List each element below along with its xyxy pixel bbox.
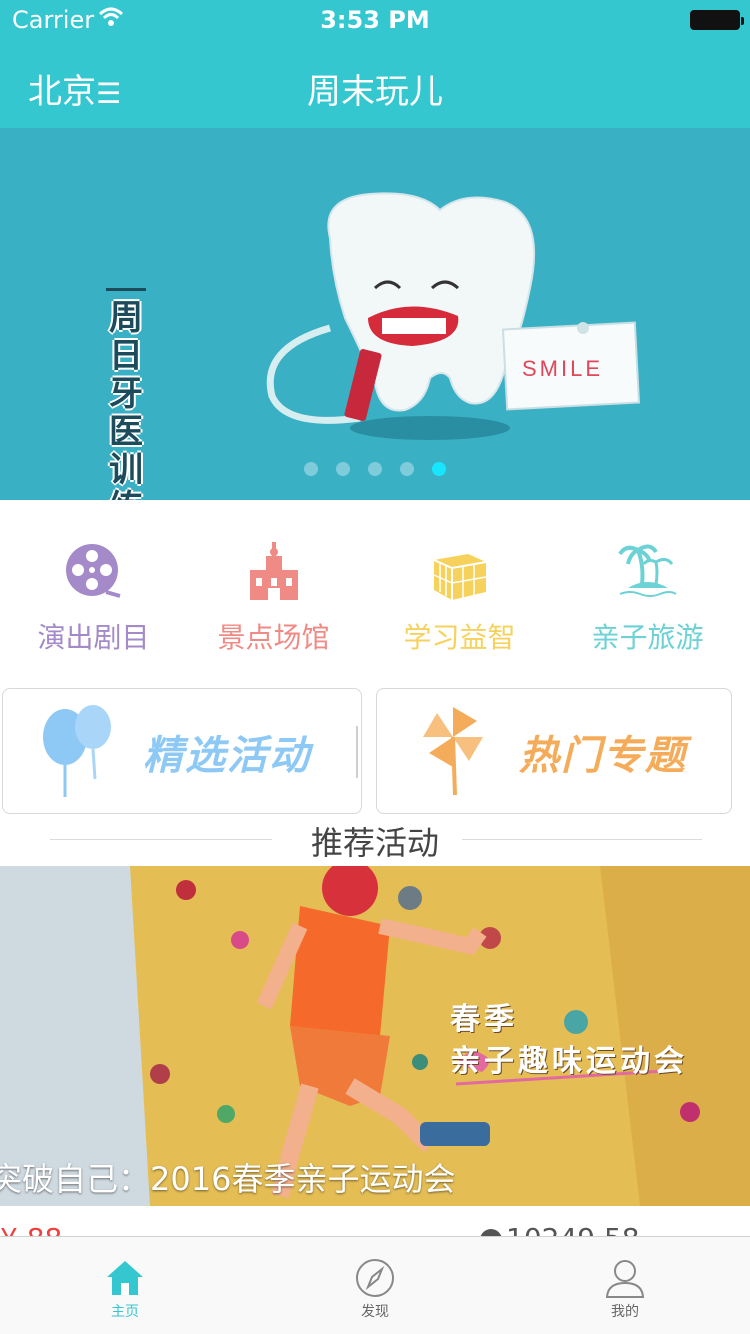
category-attractions[interactable]: 景点场馆 xyxy=(180,500,367,680)
section-title: 推荐活动 xyxy=(310,824,439,862)
activity-price: ¥ 88 xyxy=(0,1222,62,1236)
status-bar: Carrier 3:53 PM xyxy=(0,0,750,40)
cube-icon xyxy=(428,540,492,604)
tab-bar: 主页 发现 我的 xyxy=(0,1236,750,1334)
top-bar: Carrier 3:53 PM 北京☰ 周末玩儿 xyxy=(0,0,750,128)
category-label: 景点场馆 xyxy=(217,621,330,654)
home-icon xyxy=(104,1257,146,1299)
carousel-dot[interactable] xyxy=(336,462,350,476)
feature-divider xyxy=(356,726,358,778)
status-time: 3:53 PM xyxy=(320,6,430,34)
banner-char: 牙 xyxy=(109,374,143,414)
banner-char: 周 xyxy=(109,298,143,338)
activity-title[interactable]: 突破自己：2016春季亲子运动会 xyxy=(0,1154,455,1200)
category-label: 演出剧目 xyxy=(37,621,150,654)
category-grid: 演出剧目 景点场馆 学习益智 亲子旅游 xyxy=(0,500,750,680)
activity-overlay-subtitle: 亲子趣味运动会 xyxy=(450,1044,688,1079)
pinwheel-icon xyxy=(419,703,489,803)
banner-char: 练 xyxy=(106,489,146,500)
hot-topics-card[interactable]: 热门专题 xyxy=(376,688,732,814)
category-performances[interactable]: 演出剧目 xyxy=(0,500,187,680)
section-divider-right xyxy=(462,839,702,840)
hot-topics-label: 热门专题 xyxy=(519,733,687,779)
carousel-dot[interactable] xyxy=(304,462,318,476)
carousel-dot-active[interactable] xyxy=(432,462,446,476)
tab-label: 主页 xyxy=(111,1304,139,1320)
balloon-icon xyxy=(39,703,119,803)
compass-icon xyxy=(354,1257,396,1299)
activity-meta: ¥ 88 10249.58 xyxy=(0,1206,750,1236)
carousel-dot[interactable] xyxy=(368,462,382,476)
views-count: 10249.58 xyxy=(506,1222,640,1236)
tab-label: 发现 xyxy=(361,1304,389,1320)
app-screen: Carrier 3:53 PM 北京☰ 周末玩儿 周 日 牙 医 训 SMILE… xyxy=(0,0,750,1334)
landmark-icon xyxy=(242,540,306,604)
palm-island-icon xyxy=(616,540,680,604)
featured-activities-label: 精选活动 xyxy=(143,733,311,779)
banner-char: 日 xyxy=(109,336,143,376)
tab-label: 我的 xyxy=(611,1304,639,1320)
banner-carousel[interactable]: 周 日 牙 医 训 练 营 xyxy=(0,128,750,500)
tab-discover[interactable]: 发现 xyxy=(250,1237,500,1334)
page-title: 周末玩儿 xyxy=(307,72,443,112)
carousel-dot[interactable] xyxy=(400,462,414,476)
eye-icon xyxy=(480,1229,502,1236)
activity-overlay-title: 春季 xyxy=(450,1002,518,1037)
banner-sign-text: SMILE xyxy=(522,356,604,381)
user-icon xyxy=(604,1257,646,1299)
category-label: 学习益智 xyxy=(403,621,516,654)
banner-char: 医 xyxy=(109,412,143,452)
category-label: 亲子旅游 xyxy=(591,621,704,654)
carousel-page-indicator[interactable] xyxy=(0,462,750,476)
tab-profile[interactable]: 我的 xyxy=(500,1237,750,1334)
category-family-travel[interactable]: 亲子旅游 xyxy=(554,500,741,680)
activity-views: 10249.58 xyxy=(480,1222,640,1236)
category-education[interactable]: 学习益智 xyxy=(366,500,553,680)
tab-home[interactable]: 主页 xyxy=(0,1237,250,1334)
featured-activities-card[interactable]: 精选活动 xyxy=(2,688,362,814)
battery-icon xyxy=(690,10,744,30)
film-reel-icon xyxy=(62,540,126,604)
